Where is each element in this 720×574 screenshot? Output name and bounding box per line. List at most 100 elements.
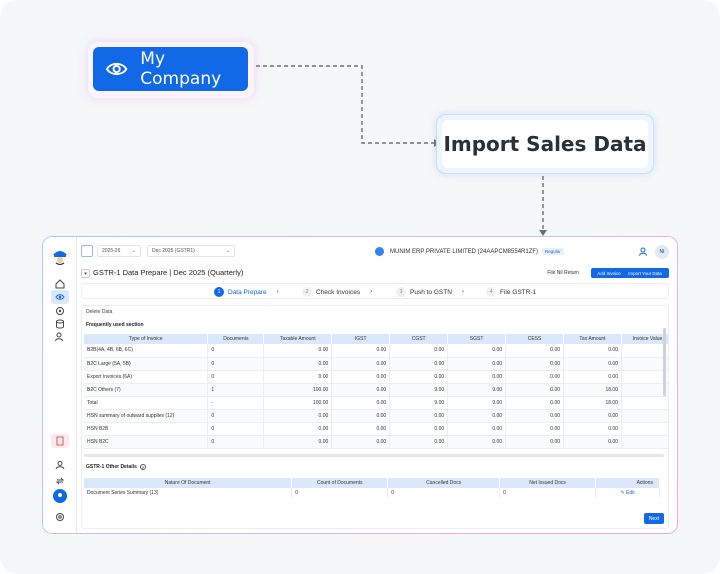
period-select[interactable]: Dec 2025 (GSTR1) ⌄ xyxy=(147,245,235,257)
users-icon[interactable] xyxy=(53,330,67,344)
table-cell: 18.00 xyxy=(563,396,622,410)
my-company-label: My Company xyxy=(140,49,222,89)
table-cell: 0 xyxy=(207,370,265,384)
chevron-down-icon: ⌄ xyxy=(225,248,230,254)
table-cell xyxy=(621,396,668,410)
table-row: B2C Others (7) 1 100.00 0.00 9.00 9.00 0.00 18.… xyxy=(84,383,668,397)
home-icon[interactable] xyxy=(53,277,67,291)
eye-nav-icon[interactable] xyxy=(51,290,69,304)
chevron-down-icon: ⌄ xyxy=(131,248,136,254)
table-cell: 0.00 xyxy=(505,409,565,423)
table-cell xyxy=(621,383,668,397)
table-row: HSN summary of outward supplies (12) 0 0.0… xyxy=(84,409,668,423)
step-data-prepare[interactable]: 1 Data Prepare › xyxy=(214,287,279,297)
user-support-icon[interactable] xyxy=(53,458,67,472)
table-cell: HSN summary of outward supplies (12) xyxy=(84,409,209,423)
column-header: Documents xyxy=(207,334,265,344)
column-header: Net Issued Docs xyxy=(499,478,597,488)
table-cell: 0.00 xyxy=(505,383,565,397)
collapse-button[interactable]: ▾ xyxy=(81,269,90,278)
table-cell: 0 xyxy=(291,488,389,498)
table-row: B2B(4A, 4B, 6B, 6C) 0 0.00 0.00 0.00 0.00 0.00… xyxy=(84,344,668,358)
table-cell: 0.00 xyxy=(389,344,449,358)
table-cell: 0 xyxy=(207,357,265,371)
step-check-invoices[interactable]: 2 Check Invoices › xyxy=(302,287,372,297)
column-header: Count of Documents xyxy=(291,478,389,488)
table-cell xyxy=(621,357,668,371)
table-cell: 0.00 xyxy=(331,383,391,397)
edit-action[interactable]: ✎ Edit xyxy=(595,488,660,498)
next-button[interactable]: Next xyxy=(644,513,664,524)
period-select-value: Dec 2025 (GSTR1) xyxy=(152,248,195,254)
table-cell: 0.00 xyxy=(263,344,333,358)
step-label: Push to GSTN xyxy=(410,288,452,296)
gear-icon[interactable] xyxy=(53,510,67,524)
my-company-button[interactable]: My Company xyxy=(93,47,248,91)
table-cell: 0 xyxy=(207,409,265,423)
document-icon[interactable] xyxy=(51,434,69,448)
column-header: Tax Amount xyxy=(563,334,622,344)
column-header: Cancelled Docs xyxy=(387,478,501,488)
table-row: HSN B2B 0 0.00 0.00 0.00 0.00 0.00 0.00 xyxy=(84,422,668,436)
column-header: SGST xyxy=(447,334,507,344)
import-your-data-button[interactable]: Import Your Data xyxy=(621,268,669,278)
calendar-icon[interactable] xyxy=(81,245,93,257)
sync-icon[interactable] xyxy=(53,474,67,488)
avatar-icon[interactable] xyxy=(53,489,67,503)
sidebar xyxy=(43,237,77,533)
table-cell: 0.00 xyxy=(563,409,622,423)
file-nil-return-link[interactable]: File Nil Return xyxy=(547,270,579,276)
fy-select[interactable]: 2025-26 ⌄ xyxy=(97,245,141,257)
table-cell: B2C Others (7) xyxy=(84,383,209,397)
table-cell: 0.00 xyxy=(389,370,449,384)
edit-icon: ✎ xyxy=(620,490,625,496)
step-label: Check Invoices xyxy=(316,288,361,296)
user-avatar[interactable]: NI xyxy=(655,245,669,259)
database-icon[interactable] xyxy=(53,317,67,331)
table-cell: 0.00 xyxy=(331,344,391,358)
step-push-to-gstn[interactable]: 3 Push to GSTN › xyxy=(396,287,464,297)
column-header: Actions xyxy=(595,478,660,488)
table-cell: 9.00 xyxy=(447,383,507,397)
step-number: 3 xyxy=(396,287,406,297)
logo-icon xyxy=(53,251,67,266)
table-cell: Total xyxy=(84,396,209,410)
table-cell: 0.00 xyxy=(563,422,622,436)
step-label: File GSTR-1 xyxy=(500,288,537,296)
table-cell: B2B(4A, 4B, 6B, 6C) xyxy=(84,344,209,358)
table-cell xyxy=(621,435,668,449)
table-cell: 9.00 xyxy=(389,396,449,410)
table-cell: Document Series Summary (13) xyxy=(84,488,293,498)
step-file-gstr1[interactable]: 4 File GSTR-1 xyxy=(486,287,536,297)
table-header-row: Nature Of Document Count of Documents Ca… xyxy=(84,478,660,488)
delete-data-link[interactable]: Delete Data xyxy=(86,309,112,315)
table-cell: 0.00 xyxy=(331,396,391,410)
column-header: IGST xyxy=(331,334,391,344)
edit-label: Edit xyxy=(625,490,635,496)
table-cell: 0.00 xyxy=(505,435,565,449)
table-cell: 0.00 xyxy=(447,409,507,423)
top-bar: 2025-26 ⌄ Dec 2025 (GSTR1) ⌄ MUNIM ERP P… xyxy=(77,237,677,265)
import-sales-data-label: Import Sales Data xyxy=(442,120,648,168)
table-cell: B2C Large (5A, 5B) xyxy=(84,357,209,371)
table-cell: 0.00 xyxy=(563,357,622,371)
frequent-invoice-table: Type of Invoice Documents Taxable Amount… xyxy=(84,334,668,449)
content-panel: Delete Data Frequently used section Type… xyxy=(81,305,669,529)
table-cell: 0.00 xyxy=(263,357,333,371)
column-header: CGST xyxy=(389,334,449,344)
other-details-header: GSTR-1 Other Details ? xyxy=(86,464,146,470)
support-icon[interactable] xyxy=(639,247,647,256)
settings-icon[interactable] xyxy=(53,304,67,318)
import-sales-data-callout: Import Sales Data xyxy=(436,114,654,174)
help-icon[interactable]: ? xyxy=(139,464,146,470)
horizontal-scrollbar[interactable] xyxy=(84,454,664,457)
vertical-scrollbar[interactable] xyxy=(663,328,666,396)
table-cell: 0.00 xyxy=(389,435,449,449)
table-cell: 9.00 xyxy=(447,396,507,410)
table-row: B2C Large (5A, 5B) 0 0.00 0.00 0.00 0.00 0.00 0… xyxy=(84,357,668,371)
other-details-table: Nature Of Document Count of Documents Ca… xyxy=(84,478,660,498)
table-cell: 18.00 xyxy=(563,383,622,397)
table-cell: 0.00 xyxy=(505,422,565,436)
table-cell: 0.00 xyxy=(331,357,391,371)
table-cell xyxy=(621,344,668,358)
